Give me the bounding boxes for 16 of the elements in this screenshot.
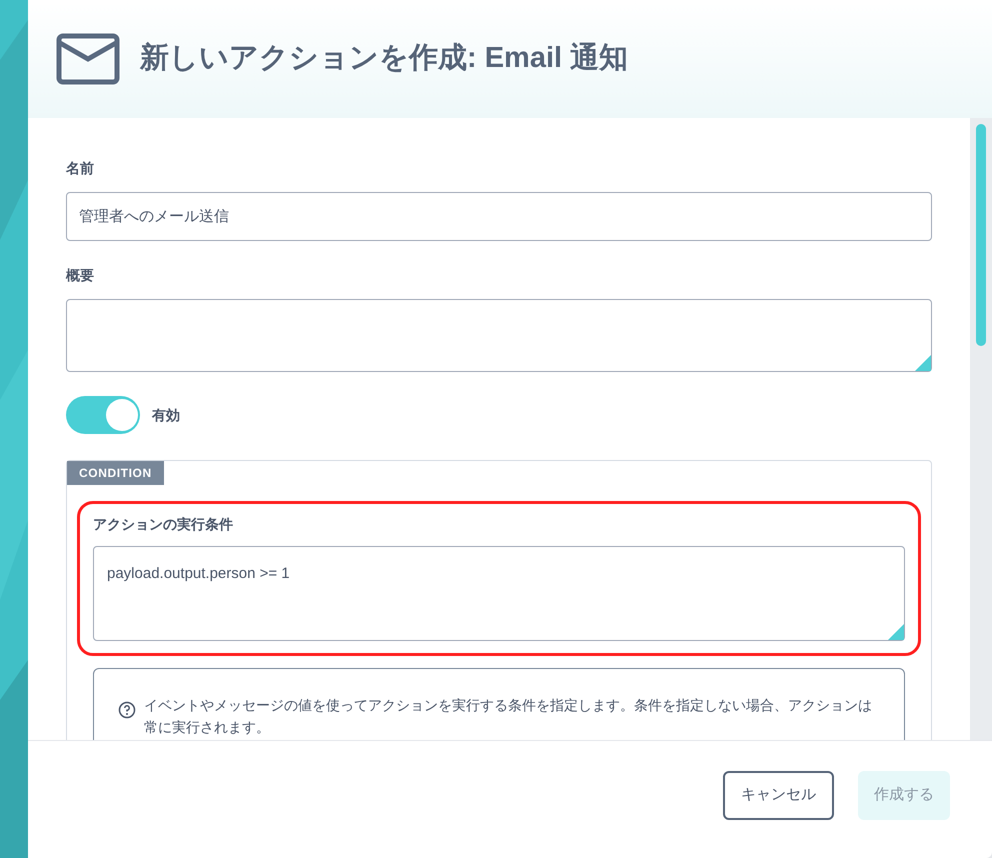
envelope-icon [56, 33, 120, 85]
toggle-label: 有効 [152, 406, 180, 425]
condition-field[interactable]: payload.output.person >= 1 [93, 546, 905, 641]
field-label: 概要 [66, 266, 95, 285]
description-field[interactable] [66, 299, 932, 372]
resize-handle-icon[interactable] [888, 624, 904, 640]
field-label: 名前 [66, 159, 95, 178]
question-icon [118, 701, 136, 719]
name-field[interactable]: 管理者へのメール送信 [66, 192, 932, 241]
help-text: イベントやメッセージの値を使ってアクションを実行する条件を指定します。条件を指定しない場合、アクションは常に実行されます。 [144, 696, 873, 737]
condition-label: アクションの実行条件 [93, 515, 234, 534]
scrollbar[interactable] [970, 118, 992, 740]
dialog-title: 新しいアクションを作成: Email 通知 [140, 40, 628, 76]
enabled-toggle[interactable] [66, 396, 140, 434]
cancel-button[interactable]: キャンセル [723, 771, 834, 820]
resize-handle-icon[interactable] [915, 355, 931, 371]
